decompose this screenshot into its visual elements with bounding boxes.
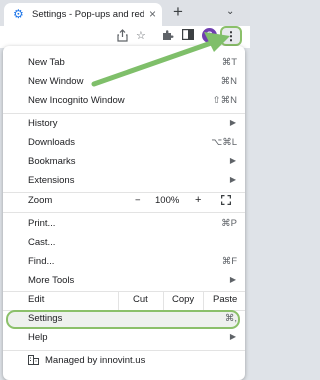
menu-item-label: New Window <box>28 76 84 87</box>
tab-strip: ⚙ Settings - Pop-ups and redirects × + ⌄ <box>0 0 250 26</box>
shortcut-label: ⌘T <box>221 57 237 68</box>
zoom-label: Zoom <box>28 195 53 206</box>
submenu-arrow-icon: ▶ <box>229 175 236 184</box>
new-tab-button[interactable]: + <box>173 2 183 22</box>
menu-item-label: Find... <box>28 256 55 267</box>
submenu-arrow-icon: ▶ <box>229 156 236 165</box>
menu-item-downloads[interactable]: Downloads ⌥⌘L <box>3 134 245 153</box>
menu-item-help[interactable]: Help ▶ <box>3 329 245 348</box>
shortcut-label: ⌘, <box>224 313 237 324</box>
menu-item-new-incognito-window[interactable]: New Incognito Window ⇧⌘N <box>3 92 245 111</box>
menu-item-more-tools[interactable]: More Tools ▶ <box>3 272 245 291</box>
menu-item-label: History <box>28 118 58 129</box>
menu-item-label: Settings <box>28 313 63 324</box>
shortcut-label: ⌘F <box>221 256 237 267</box>
divider <box>3 212 245 213</box>
edit-label: Edit <box>28 294 45 305</box>
divider <box>203 292 204 311</box>
building-icon <box>28 355 39 368</box>
shortcut-label: ⌘N <box>220 76 237 87</box>
menu-item-label: Bookmarks <box>28 156 76 167</box>
submenu-arrow-icon: ▶ <box>229 275 236 284</box>
menu-item-label: Print... <box>28 218 56 229</box>
submenu-arrow-icon: ▶ <box>229 332 236 341</box>
zoom-level: 100% <box>155 195 180 206</box>
menu-item-label: Help <box>28 332 48 343</box>
side-panel-icon[interactable] <box>182 29 195 44</box>
menu-item-label: Extensions <box>28 175 75 186</box>
menu-item-label: New Incognito Window <box>28 95 125 106</box>
chrome-menu-button[interactable]: ⋮ <box>220 26 242 46</box>
menu-item-new-tab[interactable]: New Tab ⌘T <box>3 54 245 73</box>
menu-item-label: More Tools <box>28 275 75 286</box>
managed-by-label: Managed by innovint.us <box>45 355 146 366</box>
menu-item-print[interactable]: Print... ⌘P <box>3 215 245 234</box>
tab-title: Settings - Pop-ups and redirects <box>32 9 144 20</box>
divider <box>3 113 245 114</box>
menu-item-label: Downloads <box>28 137 75 148</box>
share-icon[interactable] <box>117 29 128 46</box>
zoom-out-button[interactable]: − <box>135 195 141 206</box>
menu-item-history[interactable]: History ▶ <box>3 115 245 134</box>
edit-row: Edit Cut Copy Paste <box>3 292 245 311</box>
close-icon[interactable]: × <box>149 7 156 21</box>
gear-icon: ⚙ <box>13 7 24 21</box>
divider <box>163 292 164 311</box>
menu-item-new-window[interactable]: New Window ⌘N <box>3 73 245 92</box>
menu-item-label: Cast... <box>28 237 56 248</box>
zoom-row: Zoom − 100% + <box>3 192 245 212</box>
menu-item-settings[interactable]: Settings ⌘, <box>3 310 245 329</box>
menu-item-managed[interactable]: Managed by innovint.us <box>3 351 245 373</box>
avatar[interactable]: S <box>202 28 217 43</box>
menu-item-cast[interactable]: Cast... <box>3 234 245 253</box>
chrome-menu: New Tab ⌘T New Window ⌘N New Incognito W… <box>3 46 245 380</box>
menu-item-find[interactable]: Find... ⌘F <box>3 253 245 272</box>
browser-toolbar: ☆ S ⋮ <box>0 26 250 48</box>
shortcut-label: ⌥⌘L <box>211 137 237 148</box>
copy-button[interactable]: Copy <box>172 294 194 305</box>
cut-button[interactable]: Cut <box>133 294 148 305</box>
kebab-icon: ⋮ <box>225 29 237 43</box>
menu-item-extensions[interactable]: Extensions ▶ <box>3 172 245 191</box>
tab-settings[interactable]: ⚙ Settings - Pop-ups and redirects × <box>4 3 162 26</box>
menu-item-label: New Tab <box>28 57 65 68</box>
submenu-arrow-icon: ▶ <box>229 118 236 127</box>
menu-item-bookmarks[interactable]: Bookmarks ▶ <box>3 153 245 172</box>
paste-button[interactable]: Paste <box>213 294 237 305</box>
divider <box>118 292 119 311</box>
extensions-puzzle-icon[interactable] <box>162 29 174 45</box>
shortcut-label: ⌘P <box>221 218 237 229</box>
fullscreen-icon[interactable] <box>220 194 232 208</box>
chevron-down-icon[interactable]: ⌄ <box>226 6 234 17</box>
shortcut-label: ⇧⌘N <box>212 95 237 106</box>
bookmark-star-icon[interactable]: ☆ <box>136 29 146 43</box>
zoom-in-button[interactable]: + <box>195 194 201 206</box>
